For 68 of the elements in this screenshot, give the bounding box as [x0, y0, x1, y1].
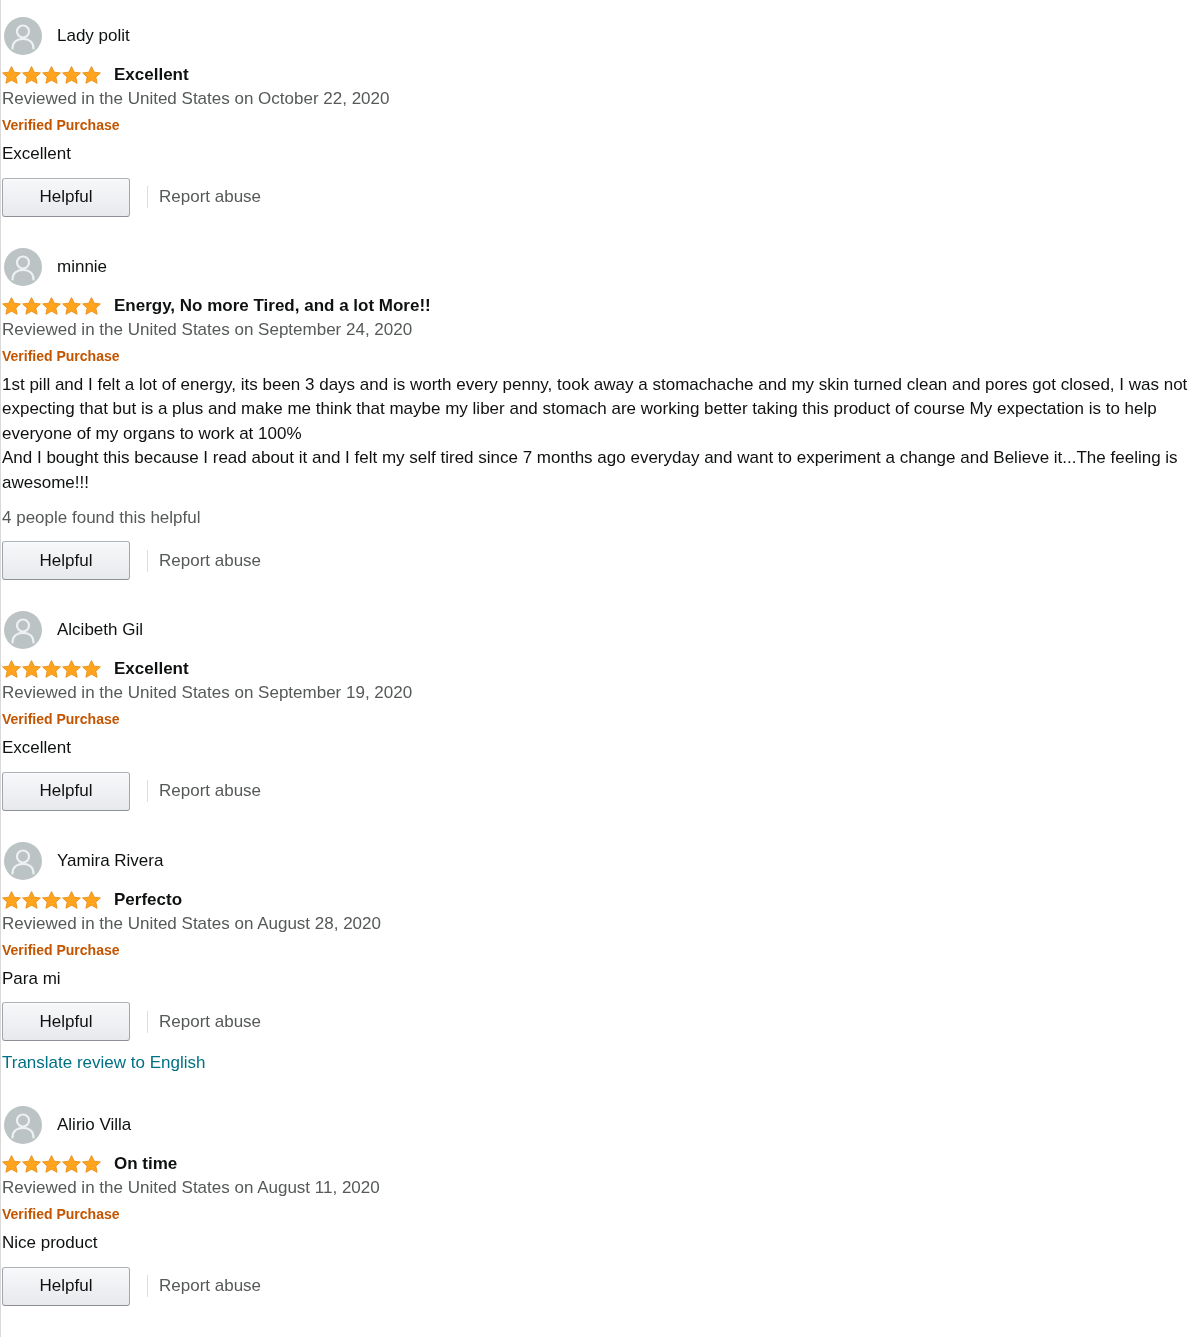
review-title: Excellent — [114, 64, 189, 86]
filled-star-icon — [2, 296, 21, 315]
filled-star-icon — [42, 66, 61, 84]
translate-link[interactable]: Translate review to English — [2, 1051, 206, 1075]
review-date: Reviewed in the United States on August 11, 2020 — [2, 1177, 380, 1199]
report-abuse-link[interactable]: Report abuse — [159, 1010, 262, 1033]
helpful-button[interactable]: Helpful — [2, 1002, 130, 1041]
filled-star-icon — [42, 1155, 61, 1173]
filled-star-icon — [2, 660, 21, 678]
filled-star-icon — [22, 660, 41, 678]
filled-star-icon — [62, 1155, 81, 1173]
verified-purchase-label: Verified Purchase — [2, 1205, 120, 1224]
filled-star-icon — [22, 1155, 41, 1173]
filled-star-icon — [82, 66, 101, 84]
avatar-icon — [4, 841, 42, 880]
reviewer-name: Lady polit — [57, 25, 130, 47]
verified-purchase-label: Verified Purchase — [2, 940, 120, 960]
verified-purchase-label: Verified Purchase — [2, 116, 120, 135]
filled-star-icon — [62, 660, 81, 678]
filled-star-icon — [62, 890, 81, 909]
helpful-button[interactable]: Helpful — [2, 1266, 130, 1306]
filled-star-icon — [42, 296, 61, 315]
filled-star-icon — [2, 66, 21, 84]
review-text: 1st pill and I felt a lot of energy, its been 3 days and is worth every penny, took away a stomachache and my skin turned clean and pores got closed, I was not expecting that but is a plus and make me think that maybe my liber and stomach are working better taking this product of course My expectation is to help everyone of my organs to work at 100% — [2, 373, 1189, 445]
review-date: Reviewed in the United States on August 28, 2020 — [2, 912, 381, 935]
report-abuse-link[interactable]: Report abuse — [159, 186, 262, 208]
filled-star-icon — [62, 296, 81, 315]
report-abuse-link[interactable]: Report abuse — [159, 549, 262, 572]
filled-star-icon — [42, 660, 61, 678]
helpful-count: 4 people found this helpful — [2, 507, 201, 529]
helpful-button[interactable]: Helpful — [2, 771, 130, 811]
helpful-button[interactable]: Helpful — [2, 541, 130, 580]
verified-purchase-label: Verified Purchase — [2, 346, 120, 366]
reviewer-name: Yamira Rivera — [57, 849, 164, 872]
avatar-icon — [4, 17, 42, 55]
review-title: Excellent — [114, 658, 189, 680]
filled-star-icon — [82, 890, 101, 909]
filled-star-icon — [2, 890, 21, 909]
verified-purchase-label: Verified Purchase — [2, 710, 120, 729]
review-text: Nice product — [2, 1232, 98, 1254]
filled-star-icon — [22, 890, 41, 909]
filled-star-icon — [62, 66, 81, 84]
review-title: Perfecto — [114, 888, 183, 911]
review-date: Reviewed in the United States on September 19, 2020 — [2, 682, 413, 704]
helpful-button[interactable]: Helpful — [2, 177, 130, 217]
reviewer-name: Alcibeth Gil — [57, 619, 143, 641]
filled-star-icon — [82, 660, 101, 678]
filled-star-icon — [22, 66, 41, 84]
filled-star-icon — [82, 1155, 101, 1173]
reviewer-name: minnie — [57, 255, 108, 278]
report-abuse-link[interactable]: Report abuse — [159, 1275, 262, 1297]
filled-star-icon — [2, 1155, 21, 1173]
avatar-icon — [4, 1106, 42, 1144]
review-date: Reviewed in the United States on September 24, 2020 — [2, 318, 413, 341]
review-title: Energy, No more Tired, and a lot More!! — [114, 294, 431, 317]
filled-star-icon — [82, 296, 101, 315]
filled-star-icon — [42, 890, 61, 909]
review-text: Excellent — [2, 737, 71, 759]
review-text: Excellent — [2, 143, 71, 165]
review-title: On time — [114, 1153, 178, 1175]
avatar-icon — [4, 247, 42, 286]
review-date: Reviewed in the United States on October 22, 2020 — [2, 88, 390, 110]
reviewer-name: Alirio Villa — [57, 1114, 132, 1136]
filled-star-icon — [22, 296, 41, 315]
review-text: Para mi — [2, 967, 61, 990]
review-text: And I bought this because I read about it and I felt my self tired since 7 months ago everyday and want to experiment a change and Believe it...The feeling is awesome!!! — [2, 447, 1179, 494]
avatar-icon — [4, 611, 42, 649]
report-abuse-link[interactable]: Report abuse — [159, 780, 262, 802]
